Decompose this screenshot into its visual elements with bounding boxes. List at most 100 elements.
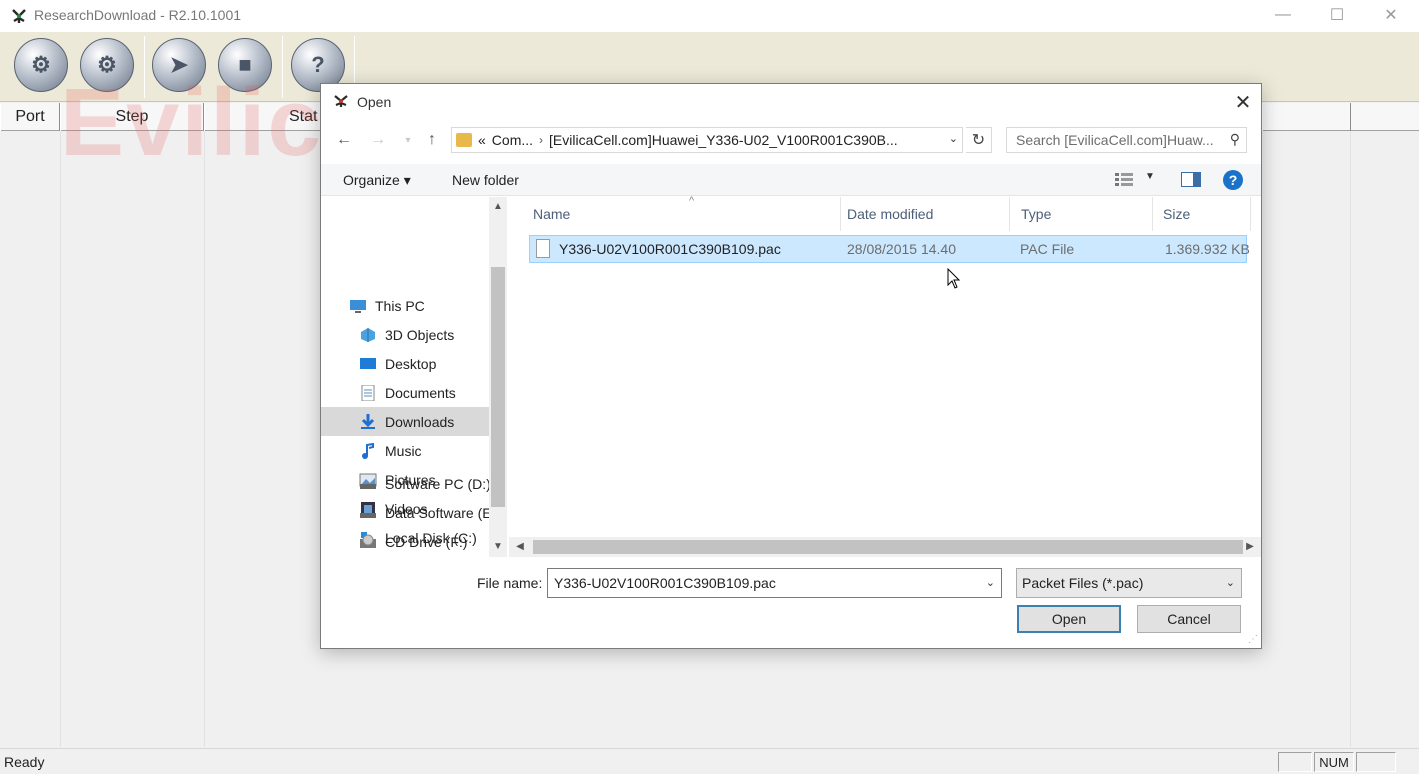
up-button[interactable]: ↑ [421, 128, 443, 152]
chevron-down-icon[interactable]: ⌄ [1226, 576, 1235, 589]
app-title: ResearchDownload - R2.10.1001 [34, 7, 242, 23]
stop-download-button[interactable]: ■ [218, 38, 272, 92]
file-date: 28/08/2015 14.40 [847, 241, 956, 257]
preview-pane-icon[interactable] [1181, 172, 1201, 187]
help-icon[interactable]: ? [1223, 170, 1243, 190]
nav-item-documents[interactable]: Documents [321, 378, 489, 407]
horizontal-scroll-thumb[interactable] [533, 540, 1243, 554]
search-icon: ⚲ [1229, 131, 1240, 147]
open-file-dialog: Open ✕ ← → ▾ ↑ « Com... › [EvilicaCell.c… [320, 83, 1262, 649]
column-header-label: Date modified [847, 206, 934, 222]
status-bar: Ready NUM [0, 748, 1419, 774]
column-header-label: Type [1021, 206, 1052, 222]
app-titlebar: ResearchDownload - R2.10.1001 — ☐ ✕ [0, 0, 1419, 32]
arrow-left-icon: ← [336, 131, 352, 148]
address-segment[interactable]: Com... [492, 132, 533, 148]
resize-grip-icon[interactable]: ⋰ [1248, 634, 1258, 645]
status-pane-caps [1278, 752, 1312, 772]
navigation-pane-lower: Software PC (D:) Data Software (E CD Dri… [321, 469, 509, 557]
organize-button[interactable]: Organize ▾ [343, 172, 411, 189]
folder-icon [456, 133, 472, 147]
nav-item-3d-objects[interactable]: 3D Objects [321, 320, 489, 349]
drive-icon [360, 483, 376, 489]
nav-item-data-software[interactable]: Data Software (E [321, 498, 489, 527]
gear-icon: ⚙ [31, 52, 51, 77]
grid-line [204, 131, 205, 747]
nav-item-software-pc[interactable]: Software PC (D:) [321, 469, 489, 498]
column-port[interactable]: Port [0, 103, 60, 131]
refresh-icon: ↻ [971, 132, 986, 149]
address-bar[interactable]: « Com... › [EvilicaCell.com]Huawei_Y336-… [451, 127, 963, 153]
column-header-label: Size [1163, 206, 1191, 222]
file-size: 1.369.932 KB [1165, 241, 1250, 257]
file-row[interactable]: Y336-U02V100R001C390B109.pac 28/08/2015 … [529, 235, 1250, 263]
minimize-button[interactable]: — [1256, 0, 1310, 30]
horizontal-scrollbar[interactable]: ◀ ▶ [509, 537, 1261, 557]
close-icon: ✕ [1384, 7, 1398, 24]
nav-item-music[interactable]: Music [321, 436, 489, 465]
arrow-right-icon: → [370, 131, 386, 148]
3d-objects-icon [361, 327, 375, 342]
nav-item-cd-drive[interactable]: CD Drive (F:) [321, 527, 489, 556]
nav-item-label: Software PC (D:) [385, 475, 489, 492]
scroll-up-icon[interactable]: ▲ [489, 201, 507, 212]
load-packet-button[interactable]: ⚙ [14, 38, 68, 92]
scroll-left-icon[interactable]: ◀ [511, 541, 529, 552]
column-extra[interactable] [1262, 103, 1351, 131]
forward-button[interactable]: → [367, 128, 389, 152]
status-text: Ready [4, 754, 45, 770]
status-pane-num: NUM [1314, 752, 1354, 772]
music-icon [362, 442, 374, 459]
column-status[interactable]: Stat [204, 103, 324, 131]
nav-item-label: This PC [375, 297, 425, 314]
file-type: PAC File [1020, 241, 1075, 257]
open-button[interactable]: Open [1017, 605, 1121, 633]
nav-item-label: CD Drive (F:) [385, 533, 468, 550]
file-name: Y336-U02V100R001C390B109.pac [559, 241, 781, 257]
chevron-down-icon[interactable]: ▼ [1145, 171, 1155, 182]
desktop-icon [360, 357, 376, 369]
nav-item-downloads[interactable]: Downloads [321, 407, 489, 436]
drive-icon [360, 512, 376, 518]
downloads-icon [361, 413, 375, 429]
chevron-right-icon[interactable]: › [539, 133, 543, 147]
view-options-icon[interactable] [1115, 172, 1135, 186]
nav-item-label: 3D Objects [385, 326, 455, 343]
cancel-button[interactable]: Cancel [1137, 605, 1241, 633]
nav-item-this-pc[interactable]: This PC [321, 291, 489, 320]
chevron-down-icon[interactable]: ⌄ [986, 576, 995, 589]
search-placeholder: Search [EvilicaCell.com]Huaw... [1016, 132, 1214, 148]
file-type-filter[interactable]: Packet Files (*.pac) ⌄ [1016, 568, 1242, 598]
app-logo-icon [12, 9, 26, 23]
new-folder-button[interactable]: New folder [452, 172, 519, 188]
status-pane-scrl [1356, 752, 1396, 772]
settings-button[interactable]: ⚙ [80, 38, 134, 92]
address-overflow[interactable]: « [478, 132, 486, 148]
dialog-close-button[interactable]: ✕ [1229, 90, 1257, 114]
refresh-button[interactable]: ↻ [966, 127, 992, 153]
file-name-value: Y336-U02V100R001C390B109.pac [554, 575, 776, 591]
search-input[interactable]: Search [EvilicaCell.com]Huaw... ⚲ [1006, 127, 1247, 153]
scroll-right-icon[interactable]: ▶ [1241, 541, 1259, 552]
start-download-button[interactable]: ➤ [152, 38, 206, 92]
cd-drive-icon [360, 534, 376, 548]
close-button[interactable]: ✕ [1364, 0, 1418, 30]
nav-item-desktop[interactable]: Desktop [321, 349, 489, 378]
address-segment[interactable]: [EvilicaCell.com]Huawei_Y336-U02_V100R00… [549, 132, 898, 148]
file-name-input[interactable]: Y336-U02V100R001C390B109.pac ⌄ [547, 568, 1002, 598]
column-step[interactable]: Step [60, 103, 204, 131]
column-header-date[interactable]: Date modified [835, 197, 1010, 231]
column-header-size[interactable]: Size [1151, 197, 1251, 231]
column-header-name[interactable]: Name ^ [521, 195, 841, 231]
close-icon: ✕ [1234, 91, 1252, 114]
scroll-down-icon[interactable]: ▼ [489, 541, 507, 552]
back-button[interactable]: ← [333, 128, 355, 152]
file-icon [536, 239, 550, 258]
this-pc-icon [350, 299, 366, 313]
recent-locations-button[interactable]: ▾ [397, 128, 419, 152]
documents-icon [361, 384, 375, 401]
toolbar-separator [144, 36, 145, 98]
column-header-type[interactable]: Type [1009, 197, 1153, 231]
maximize-button[interactable]: ☐ [1310, 0, 1364, 30]
chevron-down-icon[interactable]: ⌄ [949, 132, 958, 145]
